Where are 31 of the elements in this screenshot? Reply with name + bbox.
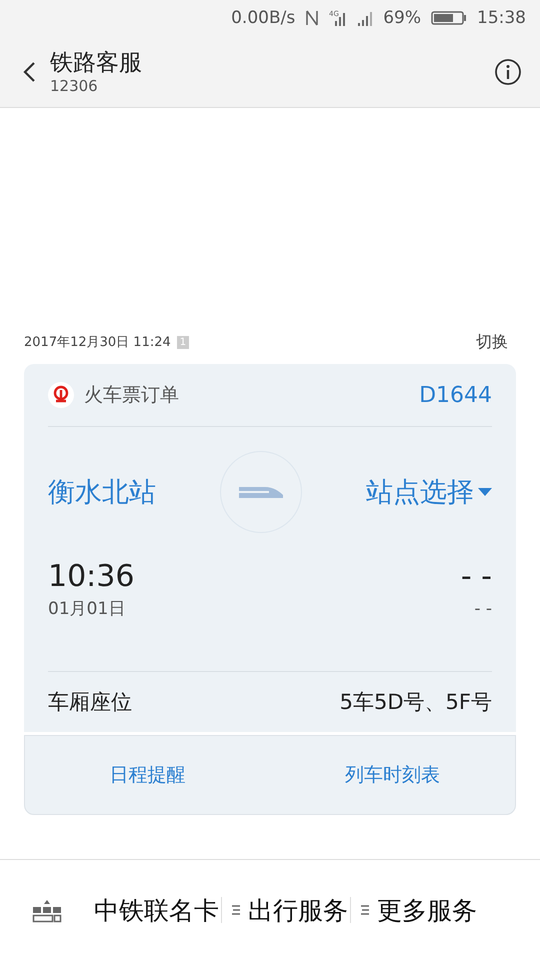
- arrival-time: - -: [460, 558, 492, 596]
- railway-logo-icon: [48, 382, 74, 408]
- clock: 15:38: [477, 8, 526, 28]
- message-timestamp: 2017年12月30日 11:24: [24, 334, 171, 351]
- departure-time: 10:36: [48, 558, 134, 596]
- menu-icon: [230, 904, 242, 916]
- info-icon[interactable]: [494, 58, 522, 86]
- chat-subtitle: 12306: [50, 76, 98, 94]
- menu-item[interactable]: 中铁联名卡: [88, 894, 219, 926]
- seat-label: 车厢座位: [48, 689, 132, 716]
- action-link[interactable]: 日程提醒: [25, 736, 270, 814]
- train-icon: [239, 485, 283, 499]
- train-number: D1644: [419, 382, 492, 408]
- switch-link[interactable]: 切换: [476, 332, 508, 352]
- seat-value: 5车5D号、5F号: [340, 689, 492, 716]
- caret-icon: [478, 488, 492, 496]
- battery-icon: [431, 10, 467, 26]
- departure-station: 衡水北站: [48, 476, 156, 510]
- menu-item[interactable]: 出行服务: [224, 894, 348, 926]
- arrival-date: - -: [474, 598, 492, 621]
- network-speed: 0.00B/s: [231, 8, 296, 28]
- signal-icon: [357, 9, 374, 27]
- nfc-icon: [305, 9, 320, 27]
- menu-icon: [359, 904, 371, 916]
- chat-title: 铁路客服: [50, 48, 142, 76]
- menu-item[interactable]: 更多服务: [353, 894, 477, 926]
- battery-percent: 69%: [383, 8, 421, 28]
- station-select-dropdown[interactable]: 站点选择: [366, 474, 492, 510]
- departure-date: 01月01日: [48, 598, 126, 621]
- order-type: 火车票订单: [84, 383, 179, 408]
- action-link[interactable]: 列车时刻表: [270, 736, 515, 814]
